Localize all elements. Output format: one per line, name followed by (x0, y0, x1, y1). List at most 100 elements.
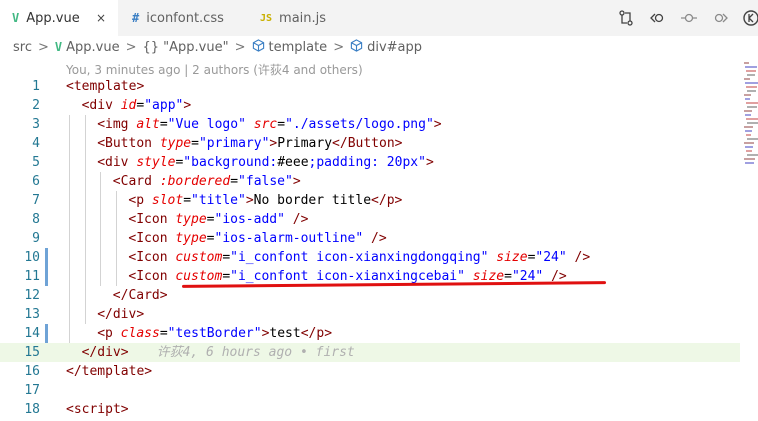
code-token: "primary" (198, 136, 270, 151)
minimap-line (745, 98, 750, 100)
go-back-icon[interactable] (649, 9, 667, 27)
code-line[interactable]: 13 </div> (0, 305, 740, 324)
code-text: <Icon type="ios-add" /> (128, 210, 308, 229)
tab-label: iconfont.css (146, 10, 224, 26)
code-line[interactable]: 10 <Icon custom="i_confont icon-xianxingd… (0, 248, 740, 267)
code-token: src (253, 117, 278, 132)
code-line[interactable]: 5 <div style="background:#eee;padding: 20… (0, 153, 740, 172)
minimap-line (745, 66, 757, 68)
code-token: < (66, 79, 74, 94)
code-token: > (425, 155, 434, 170)
git-change-marker[interactable] (45, 324, 48, 343)
line-number: 2 (32, 98, 40, 113)
code-token: test (269, 326, 301, 341)
breadcrumb-file[interactable]: App.vue (66, 40, 119, 55)
code-line[interactable]: 16 </template> (0, 362, 740, 381)
code-line[interactable]: 3 <img alt="Vue logo" src="./assets/logo.… (0, 115, 740, 134)
git-change-marker[interactable] (45, 248, 48, 267)
minimap[interactable] (740, 58, 758, 421)
go-forward-icon[interactable] (711, 9, 729, 27)
code-token: type (159, 136, 192, 151)
line-number: 14 (24, 326, 40, 341)
indent-guide (84, 115, 86, 324)
minimap-line (744, 142, 754, 144)
code-token: > (159, 288, 168, 303)
code-token: </ (371, 193, 387, 208)
code-token: < (97, 117, 106, 132)
breadcrumb-module[interactable]: {} "App.vue" (143, 40, 229, 55)
code-line[interactable]: 7 <p slot="title">No border title</p> (0, 191, 740, 210)
breadcrumb-separator: > (37, 39, 49, 55)
indent-guide (115, 191, 117, 286)
cube-icon (252, 38, 265, 56)
code-token: > (394, 193, 403, 208)
split-editor-icon[interactable] (742, 9, 758, 27)
code-line[interactable]: 9 <Icon type="ios-alarm-outline" /> (0, 229, 740, 248)
compare-changes-icon[interactable] (617, 9, 635, 27)
code-text: <img alt="Vue logo" src="./assets/logo.p… (97, 115, 441, 134)
code-text: <Icon type="ios-alarm-outline" /> (128, 229, 386, 248)
code-line[interactable]: 1 <template> (0, 77, 740, 96)
code-token: "false" (238, 174, 293, 189)
code-line[interactable]: 12 </Card> (0, 286, 740, 305)
tab-iconfont-css[interactable]: # iconfont.css (118, 0, 246, 36)
minimap-line (744, 94, 751, 96)
line-number: 4 (32, 136, 40, 151)
git-change-marker[interactable] (45, 267, 48, 286)
code-token: > (394, 136, 403, 151)
code-token: style (136, 155, 176, 170)
js-file-icon: JS (260, 12, 273, 24)
close-icon[interactable]: × (96, 11, 106, 25)
code-line[interactable]: 15 </div> 许荻4, 6 hours ago • first (0, 343, 740, 362)
code-token: > (136, 79, 145, 94)
line-number: 6 (32, 174, 40, 189)
code-token: Button (347, 136, 395, 151)
code-line[interactable]: 18 <script> (0, 400, 740, 419)
code-token: size (496, 250, 528, 265)
line-number: 15 (24, 345, 40, 360)
code-token: < (97, 136, 106, 151)
code-editor[interactable]: 1 <template> 2 <div id="app"> 3 <img alt="Vue… (0, 76, 740, 421)
code-token: = (159, 117, 168, 132)
minimap-line (745, 82, 758, 84)
code-token: </ (81, 345, 98, 360)
code-line[interactable]: 2 <div id="app"> (0, 96, 740, 115)
code-text: <Card :bordered="false"> (113, 172, 301, 191)
minimap-line (745, 114, 751, 116)
code-token: class (120, 326, 160, 341)
breadcrumb-template[interactable]: template (269, 40, 328, 55)
minimap-line (744, 62, 749, 64)
line-number: 7 (32, 193, 40, 208)
code-token: < (112, 174, 121, 189)
code-token: div (89, 98, 113, 113)
line-number: 1 (32, 79, 40, 94)
breadcrumb-src[interactable]: src (13, 40, 32, 55)
commit-dot-icon[interactable] (680, 9, 698, 27)
code-line[interactable]: 14 <p class="testBorder">test</p> (0, 324, 740, 343)
code-line[interactable]: 6 <Card :bordered="false"> (0, 172, 740, 191)
minimap-line (745, 130, 752, 132)
code-token: p (316, 326, 325, 341)
code-token: "24" (535, 250, 567, 265)
code-line[interactable]: 4 <Button type="primary">Primary</Button> (0, 134, 740, 153)
indent-guide (100, 172, 102, 286)
breadcrumb-div-app[interactable]: div#app (367, 40, 422, 55)
line-number: 8 (32, 212, 40, 227)
tab-app-vue[interactable]: V App.vue × (0, 0, 118, 36)
minimap-line (746, 134, 751, 136)
code-text: </div> (97, 305, 144, 324)
line-number: 3 (32, 117, 40, 132)
minimap-line (744, 78, 750, 80)
code-line[interactable]: 8 <Icon type="ios-add" /> (0, 210, 740, 229)
code-token: > (433, 117, 442, 132)
tab-label: App.vue (26, 10, 80, 26)
code-token: </ (97, 307, 113, 322)
tab-main-js[interactable]: JS main.js (246, 0, 366, 36)
code-token: p (386, 193, 395, 208)
code-text: <template> (66, 77, 144, 96)
code-line[interactable]: 17 (0, 381, 740, 400)
code-token: No border title (253, 193, 372, 208)
